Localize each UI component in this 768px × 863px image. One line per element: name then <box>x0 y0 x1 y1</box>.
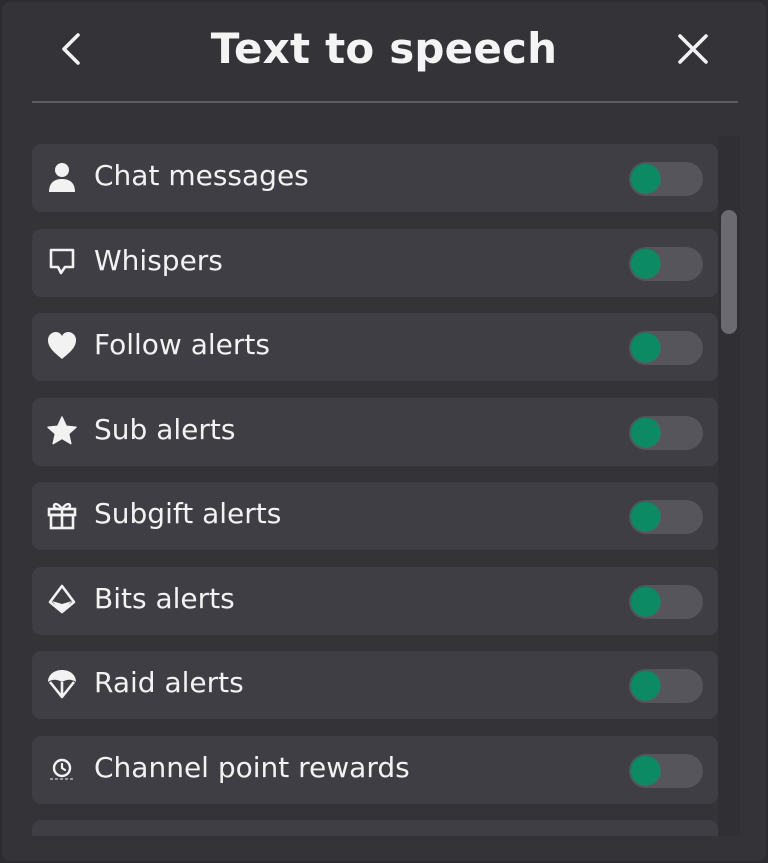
list-item-label: Raid alerts <box>94 666 244 699</box>
list-item-label: Subgift alerts <box>94 497 282 530</box>
close-button[interactable] <box>672 28 714 72</box>
raid-alerts-toggle[interactable] <box>629 669 703 703</box>
speech-bubble-icon <box>46 246 78 278</box>
toggle-knob <box>631 248 661 279</box>
list-item-label: Bits alerts <box>94 581 235 615</box>
star-icon <box>46 415 78 447</box>
parachute-icon <box>46 668 78 700</box>
toggle-knob <box>631 586 661 617</box>
follow-alerts-toggle[interactable] <box>629 331 703 365</box>
header-divider <box>32 101 738 103</box>
sub-alerts-toggle[interactable] <box>629 415 703 450</box>
toggle-knob <box>631 164 661 194</box>
scrollbar-track[interactable] <box>718 136 740 836</box>
toggle-knob <box>631 333 661 363</box>
tts-settings-panel: Text to speech Chat messages Whispers Fo… <box>2 2 766 861</box>
list-item-follow-alerts[interactable]: Follow alerts <box>32 313 718 381</box>
settings-list-viewport: Chat messages Whispers Follow alerts Sub… <box>32 136 740 836</box>
chat-messages-toggle[interactable] <box>629 162 703 196</box>
settings-list: Chat messages Whispers Follow alerts Sub… <box>32 144 718 836</box>
list-item-partial[interactable] <box>32 820 718 836</box>
subgift-alerts-toggle[interactable] <box>629 500 703 534</box>
close-icon <box>678 34 708 64</box>
list-item-label: Whispers <box>94 243 223 277</box>
channel-points-icon <box>46 753 78 785</box>
list-item-subgift-alerts[interactable]: Subgift alerts <box>32 482 718 550</box>
toggle-knob <box>631 417 661 448</box>
list-item-whispers[interactable]: Whispers <box>32 228 718 297</box>
list-item-sub-alerts[interactable]: Sub alerts <box>32 397 718 466</box>
list-item-bits-alerts[interactable]: Bits alerts <box>32 566 718 635</box>
list-item-channel-point-rewards[interactable]: Channel point rewards <box>32 735 718 804</box>
bits-gem-icon <box>46 584 78 616</box>
list-item-label: Follow alerts <box>94 328 270 361</box>
toggle-knob <box>631 502 661 532</box>
bits-alerts-toggle[interactable] <box>629 584 703 619</box>
gift-icon <box>46 499 78 531</box>
channel-point-rewards-toggle[interactable] <box>629 753 703 788</box>
page-title: Text to speech <box>210 24 558 73</box>
scrollbar-thumb[interactable] <box>721 210 737 334</box>
list-item-label: Chat messages <box>94 159 309 192</box>
list-item-raid-alerts[interactable]: Raid alerts <box>32 651 718 719</box>
list-item-label: Channel point rewards <box>94 750 410 784</box>
list-item-label: Sub alerts <box>94 412 236 446</box>
user-icon <box>46 161 78 193</box>
heart-icon <box>46 330 78 362</box>
whispers-toggle[interactable] <box>629 246 703 281</box>
toggle-knob <box>631 755 661 786</box>
toggle-knob <box>631 671 661 701</box>
panel-header: Text to speech <box>2 2 766 102</box>
list-item-chat-messages[interactable]: Chat messages <box>32 144 718 212</box>
